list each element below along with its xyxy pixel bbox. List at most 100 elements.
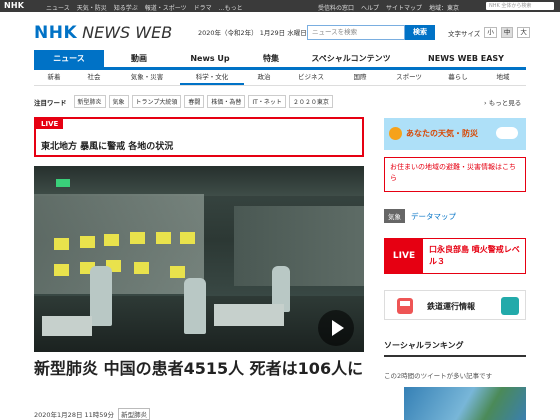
global-right-links: 受信料の窓口 ヘルプ サイトマップ 地域：東京 bbox=[318, 3, 459, 12]
weather-banner-label: あなたの天気・防災 bbox=[406, 129, 478, 138]
global-nav-weather[interactable]: 天気・防災 bbox=[77, 3, 107, 12]
tab-newsup[interactable]: News Up bbox=[174, 50, 246, 67]
nhk-logo[interactable]: NHK bbox=[4, 1, 24, 10]
sticky-note-shape bbox=[170, 266, 185, 278]
sticky-note-shape bbox=[104, 234, 119, 246]
train-icon bbox=[397, 298, 413, 314]
category-local[interactable]: 地域 bbox=[480, 70, 526, 85]
keyword-tag[interactable]: 春闘 bbox=[184, 95, 205, 108]
weather-datamap: 気象 データマップ bbox=[384, 209, 526, 223]
train-info-label: 鉄道運行情報 bbox=[427, 302, 475, 311]
exit-sign-shape bbox=[56, 179, 70, 187]
category-life[interactable]: 暮らし bbox=[436, 70, 480, 85]
video-scene-ceiling bbox=[34, 166, 364, 196]
article-video[interactable] bbox=[34, 166, 364, 352]
keyword-tag[interactable]: ２０２０東京 bbox=[288, 95, 333, 108]
category-society[interactable]: 社会 bbox=[74, 70, 114, 85]
category-politics[interactable]: 政治 bbox=[244, 70, 284, 85]
tab-video[interactable]: 動画 bbox=[104, 50, 174, 67]
sticky-note-shape bbox=[156, 232, 171, 244]
help-link[interactable]: ヘルプ bbox=[361, 3, 379, 12]
sticky-note-shape bbox=[134, 262, 149, 274]
category-sports[interactable]: スポーツ bbox=[382, 70, 436, 85]
category-new[interactable]: 新着 bbox=[34, 70, 74, 85]
font-size-large[interactable]: 大 bbox=[517, 27, 530, 38]
keyword-tag[interactable]: IT・ネット bbox=[248, 95, 286, 108]
current-date: 2020年（令和2年） 1月29日 水曜日 bbox=[198, 29, 307, 37]
sun-icon bbox=[389, 127, 402, 140]
alert-live-badge: LIVE bbox=[385, 239, 423, 273]
train-icon bbox=[501, 297, 519, 315]
chevron-right-icon: › bbox=[484, 99, 487, 107]
tab-special[interactable]: 特集 bbox=[246, 50, 296, 67]
global-topbar: NHK ニュース 天気・防災 知る学ぶ 報道・スポーツ ドラマ …もっと 受信料… bbox=[0, 0, 560, 12]
more-label: もっと見る bbox=[488, 99, 522, 107]
sticky-note-shape bbox=[54, 238, 69, 250]
live-badge: LIVE bbox=[36, 119, 64, 129]
news-search-input[interactable]: ニュースを検索 bbox=[307, 25, 405, 40]
datamap-link[interactable]: データマップ bbox=[411, 211, 456, 222]
volcano-alert-text: 口永良部島 噴火警戒レベル３ bbox=[429, 245, 520, 266]
category-business[interactable]: ビジネス bbox=[284, 70, 338, 85]
global-nav: ニュース 天気・防災 知る学ぶ 報道・スポーツ ドラマ …もっと bbox=[46, 3, 243, 12]
article-tag[interactable]: 新型肺炎 bbox=[118, 408, 151, 420]
main-nav: ニュース 動画 News Up 特集 スペシャルコンテンツ NEWS WEB E… bbox=[34, 50, 526, 70]
live-headline: 東北地方 暴風に警戒 各地の状況 bbox=[41, 142, 174, 152]
keyword-tag[interactable]: 気象 bbox=[108, 95, 129, 108]
region-link[interactable]: 地域：東京 bbox=[429, 3, 459, 12]
weather-banner[interactable]: あなたの天気・防災 bbox=[384, 118, 526, 150]
person-shape bbox=[90, 266, 112, 326]
sticky-note-shape bbox=[80, 236, 95, 248]
train-info-banner[interactable]: 鉄道運行情報 bbox=[384, 290, 526, 320]
sticky-note-shape bbox=[180, 232, 195, 244]
article-headline[interactable]: 新型肺炎 中国の患者4515人 死者は106人に bbox=[34, 358, 364, 379]
font-size-label: 文字サイズ bbox=[448, 29, 481, 38]
keywords-label: 注目ワード bbox=[34, 98, 67, 107]
bed-shape bbox=[42, 316, 92, 336]
sticky-note-shape bbox=[130, 232, 145, 244]
trending-keywords: 注目ワード 新型肺炎 気象 トランプ大統領 春闘 株価・為替 IT・ネット ２０… bbox=[34, 95, 333, 108]
site-header: NHK NEWS WEB 2020年（令和2年） 1月29日 水曜日 ニュースを… bbox=[0, 12, 560, 50]
category-international[interactable]: 国際 bbox=[338, 70, 382, 85]
global-nav-sports[interactable]: 報道・スポーツ bbox=[145, 3, 187, 12]
evacuation-info-link[interactable]: お住まいの地域の避難・災害情報はこちら bbox=[384, 157, 526, 192]
tab-news[interactable]: ニュース bbox=[34, 50, 104, 67]
keyword-tag[interactable]: トランプ大統領 bbox=[131, 95, 182, 108]
font-size-medium[interactable]: 中 bbox=[500, 27, 514, 38]
keyword-tag[interactable]: 新型肺炎 bbox=[73, 95, 106, 108]
article-meta: 2020年1月28日 11時59分 新型肺炎 bbox=[34, 408, 151, 420]
tab-special-contents[interactable]: スペシャルコンテンツ bbox=[296, 50, 406, 67]
font-size-control: 文字サイズ 小 中 大 bbox=[448, 27, 530, 38]
tab-news-web-easy[interactable]: NEWS WEB EASY bbox=[406, 50, 526, 67]
more-keywords-link[interactable]: › もっと見る bbox=[484, 97, 521, 107]
category-science[interactable]: 科学・文化 bbox=[180, 70, 244, 85]
keyword-tag[interactable]: 株価・為替 bbox=[207, 95, 246, 108]
volcano-alert-box[interactable]: LIVE 口永良部島 噴火警戒レベル３ bbox=[384, 238, 526, 274]
category-weather[interactable]: 気象・災害 bbox=[114, 70, 180, 85]
social-ranking-title: ソーシャルランキング bbox=[384, 340, 526, 357]
weather-badge: 気象 bbox=[384, 209, 405, 223]
global-nav-more[interactable]: …もっと bbox=[219, 3, 243, 12]
sticky-note-shape bbox=[54, 264, 69, 276]
global-nav-learn[interactable]: 知る学ぶ bbox=[114, 3, 138, 12]
global-search-input[interactable]: NHK 全体から検索 bbox=[486, 2, 554, 10]
category-nav: 新着 社会 気象・災害 科学・文化 政治 ビジネス 国際 スポーツ 暮らし 地域 bbox=[34, 70, 526, 86]
brand-nhk: NHK bbox=[34, 23, 78, 43]
sitemap-link[interactable]: サイトマップ bbox=[386, 3, 422, 12]
social-ranking-subtitle: この2時間のツイートが多い記事です bbox=[384, 372, 493, 380]
font-size-small[interactable]: 小 bbox=[484, 27, 497, 38]
search-button[interactable]: 検索 bbox=[405, 25, 435, 40]
news-web-logo[interactable]: NHK NEWS WEB bbox=[34, 23, 172, 43]
live-news-box[interactable]: LIVE 東北地方 暴風に警戒 各地の状況 bbox=[34, 117, 364, 157]
video-scene-wall bbox=[234, 206, 364, 286]
play-icon[interactable] bbox=[318, 310, 354, 346]
brand-newsweb: NEWS WEB bbox=[82, 23, 173, 42]
bed-shape bbox=[214, 304, 284, 326]
global-nav-drama[interactable]: ドラマ bbox=[194, 3, 212, 12]
cloud-icon bbox=[496, 127, 518, 139]
article-date: 2020年1月28日 11時59分 bbox=[34, 411, 115, 419]
person-shape bbox=[184, 278, 206, 334]
ranking-thumbnail[interactable] bbox=[404, 387, 526, 420]
global-nav-news[interactable]: ニュース bbox=[46, 3, 70, 12]
fee-link[interactable]: 受信料の窓口 bbox=[318, 3, 354, 12]
